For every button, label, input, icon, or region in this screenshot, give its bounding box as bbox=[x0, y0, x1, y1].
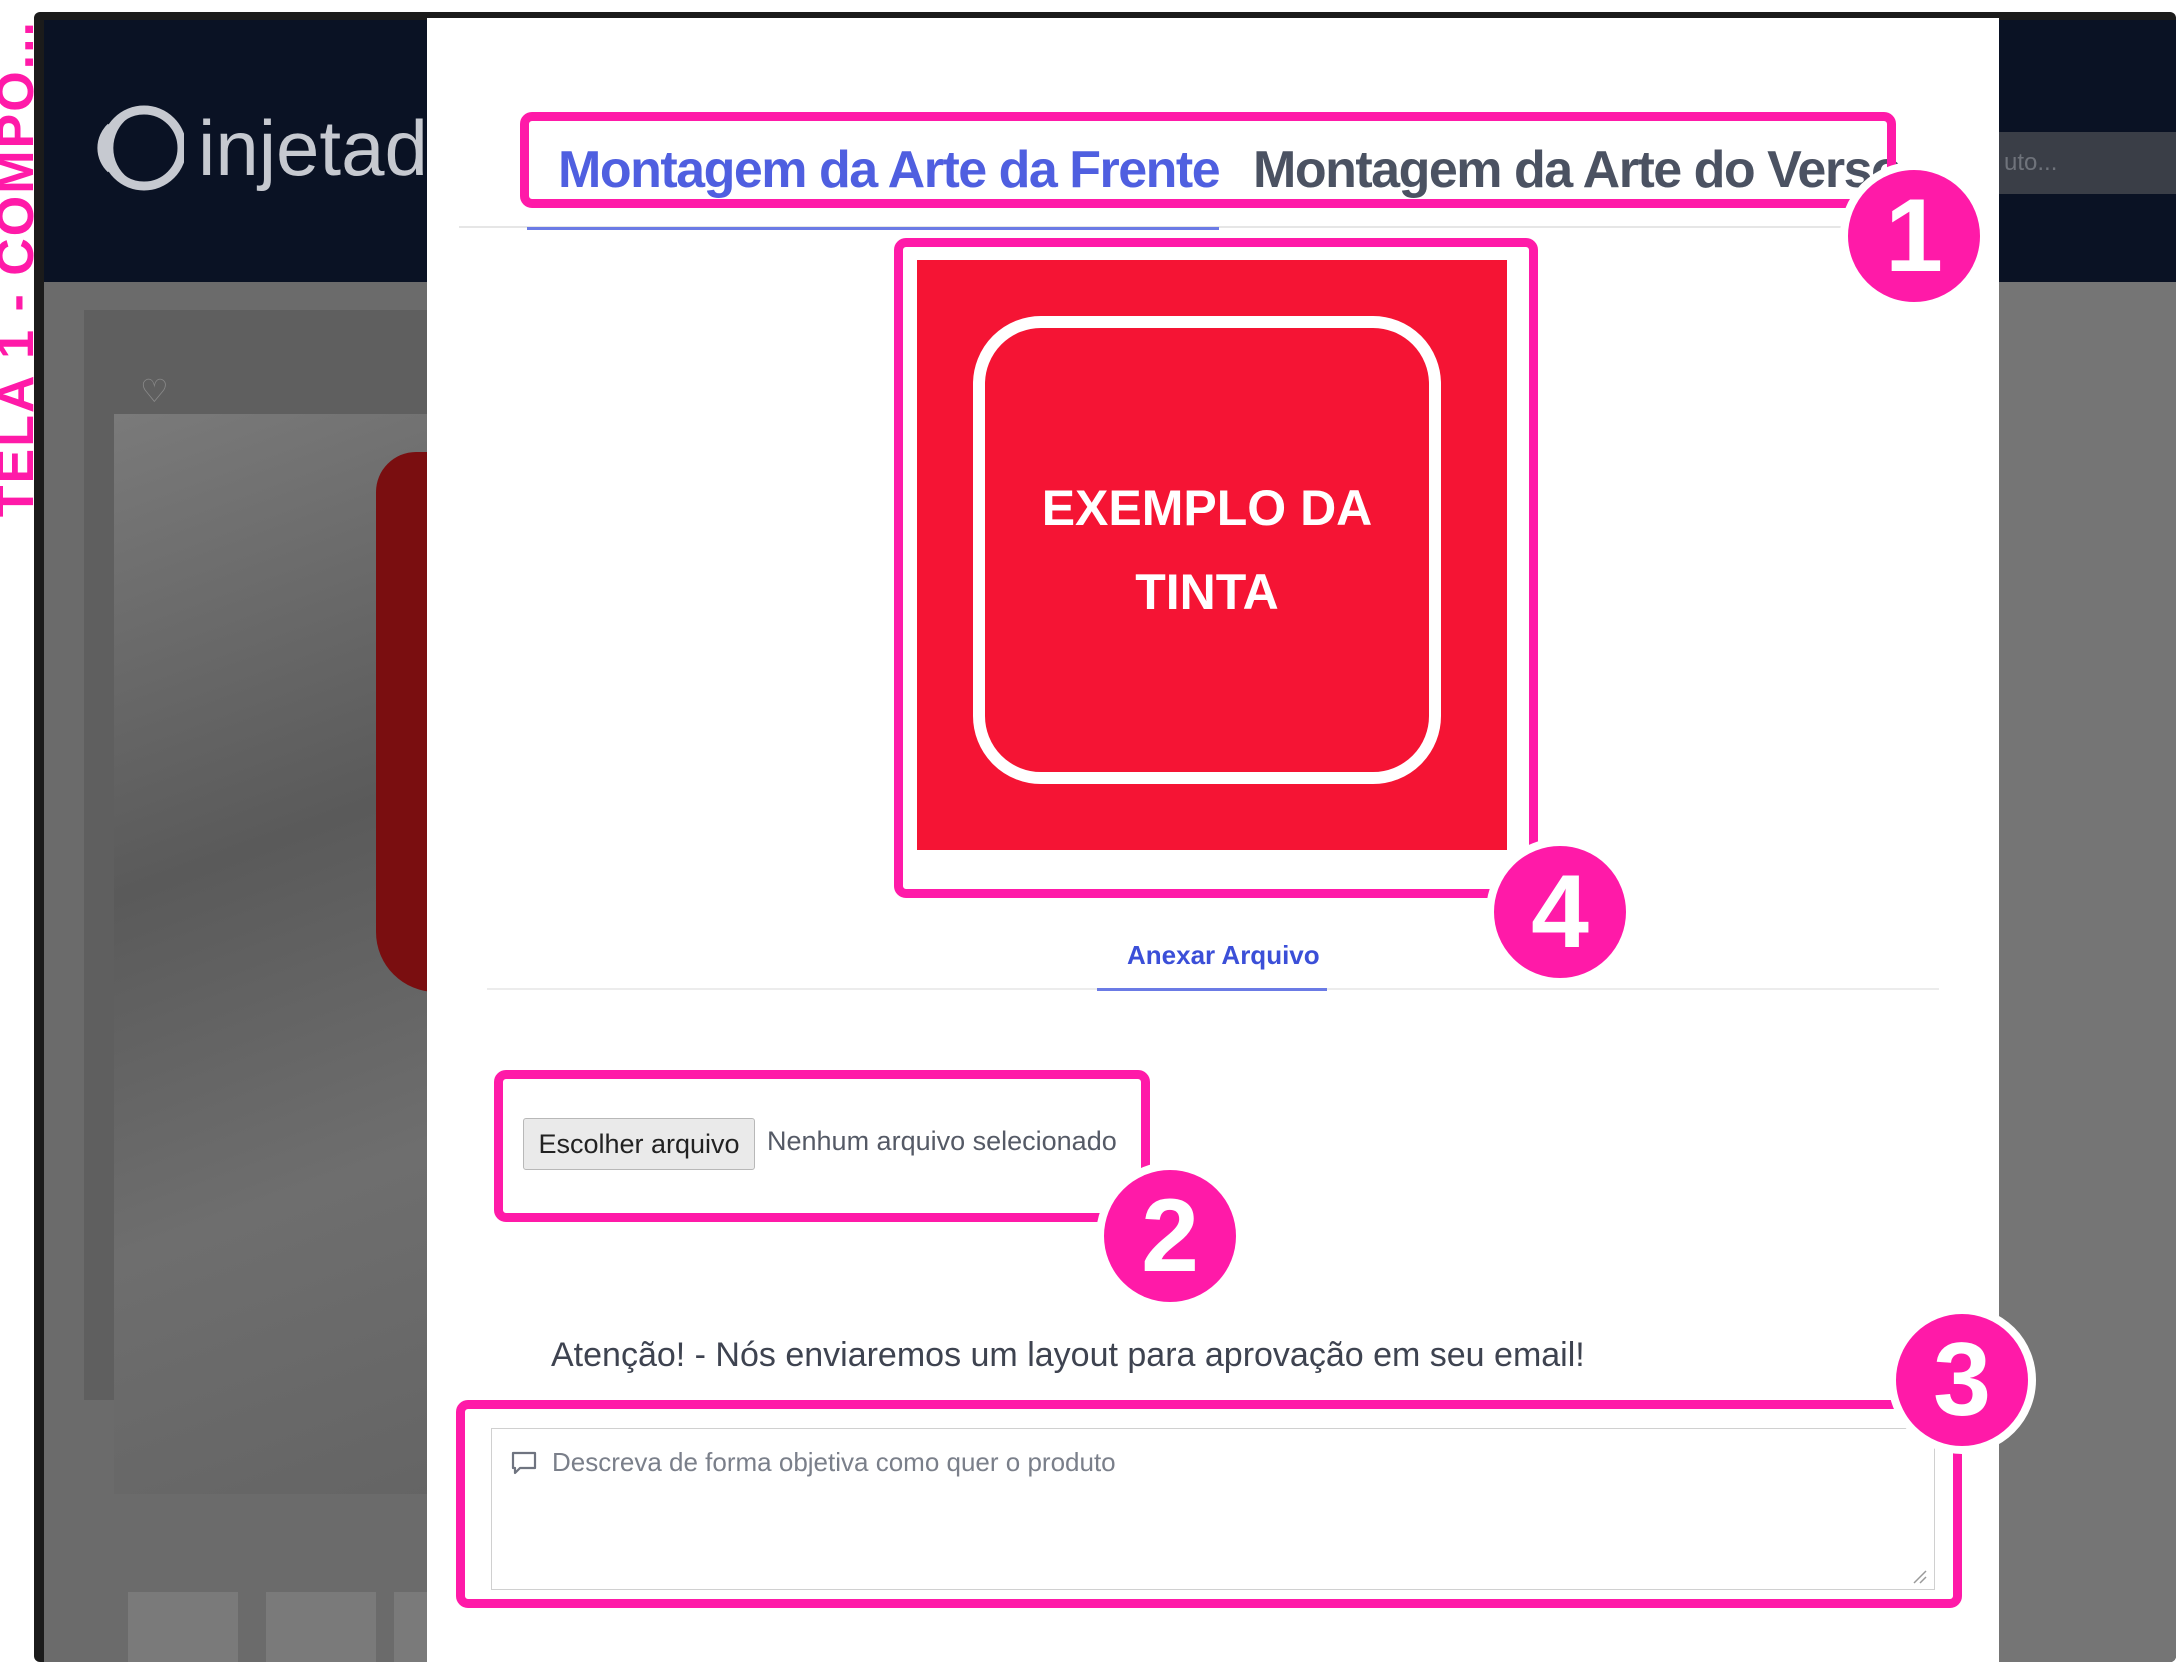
highlight-box-2 bbox=[494, 1070, 1150, 1222]
logo-text: injetad bbox=[198, 103, 428, 192]
site-search-input[interactable]: uto... bbox=[1990, 132, 2176, 194]
highlight-box-3 bbox=[456, 1400, 1962, 1608]
highlight-box-4 bbox=[894, 238, 1538, 898]
heart-icon[interactable]: ♡ bbox=[140, 372, 169, 410]
right-panel bbox=[1984, 282, 2176, 1662]
badge-1: 1 bbox=[1840, 162, 1988, 310]
highlight-box-1 bbox=[520, 112, 1896, 208]
badge-3: 3 bbox=[1888, 1306, 2036, 1454]
logo-icon bbox=[88, 100, 187, 196]
approval-notice: Atenção! - Nós enviaremos um layout para… bbox=[551, 1336, 1585, 1374]
product-thumbnail[interactable] bbox=[266, 1592, 376, 1662]
active-tab-underline bbox=[527, 227, 1219, 230]
attach-underline bbox=[1097, 988, 1327, 991]
badge-2: 2 bbox=[1096, 1162, 1244, 1310]
site-logo[interactable]: injetad bbox=[88, 100, 428, 196]
left-title-strip: TELA 1 - COMPO... bbox=[0, 0, 34, 1662]
badge-4: 4 bbox=[1486, 838, 1634, 986]
product-thumbnail[interactable] bbox=[128, 1592, 238, 1662]
attach-file-link[interactable]: Anexar Arquivo bbox=[1127, 940, 1320, 971]
vertical-title: TELA 1 - COMPO... bbox=[0, 20, 34, 518]
